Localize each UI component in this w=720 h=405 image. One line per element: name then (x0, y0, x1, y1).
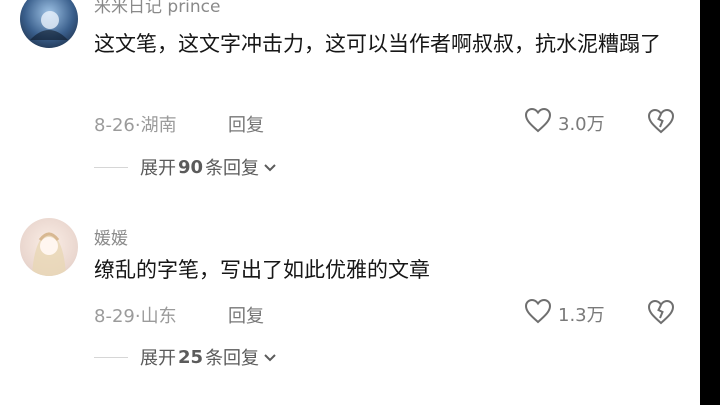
dislike-button[interactable] (646, 106, 676, 136)
screen-edge (700, 0, 720, 405)
comment-meta: 8-29·山东 (94, 306, 177, 327)
reply-button[interactable]: 回复 (228, 302, 264, 328)
divider (94, 166, 128, 168)
comment-text: 缭乱的字笔，写出了如此优雅的文章 (94, 258, 430, 282)
like-count: 3.0万 (558, 113, 605, 135)
like-count: 1.3万 (558, 304, 605, 326)
like-button[interactable]: 3.0万 (524, 107, 605, 138)
comment-list: 米米日记 prince 这文笔，这文字冲击力，这可以当作者啊叔叔，抗水泥糟蹋了 … (0, 0, 700, 405)
expand-prefix: 展开 (140, 158, 176, 179)
comment-meta: 8-26·湖南 (94, 115, 177, 136)
reply-button[interactable]: 回复 (228, 111, 264, 137)
chevron-down-icon (263, 347, 277, 368)
like-button[interactable]: 1.3万 (524, 298, 605, 329)
divider (94, 356, 128, 358)
reply-count: 25 (178, 346, 204, 368)
avatar[interactable] (20, 0, 78, 48)
heart-outline-icon (524, 107, 552, 138)
chevron-down-icon (263, 157, 277, 178)
username[interactable]: 媛媛 (94, 224, 128, 249)
heart-outline-icon (524, 298, 552, 329)
comment-text: 这文笔，这文字冲击力，这可以当作者啊叔叔，抗水泥糟蹋了 (94, 32, 661, 56)
broken-heart-icon (646, 299, 676, 331)
reply-count: 90 (178, 156, 204, 178)
broken-heart-icon (646, 108, 676, 140)
expand-suffix: 条回复 (205, 348, 260, 369)
expand-replies[interactable]: 展开 25 条回复 (94, 344, 277, 370)
expand-suffix: 条回复 (205, 158, 260, 179)
expand-prefix: 展开 (140, 348, 176, 369)
username[interactable]: 米米日记 prince (94, 0, 221, 17)
expand-replies[interactable]: 展开 90 条回复 (94, 154, 277, 180)
avatar[interactable] (20, 218, 78, 276)
dislike-button[interactable] (646, 297, 676, 327)
